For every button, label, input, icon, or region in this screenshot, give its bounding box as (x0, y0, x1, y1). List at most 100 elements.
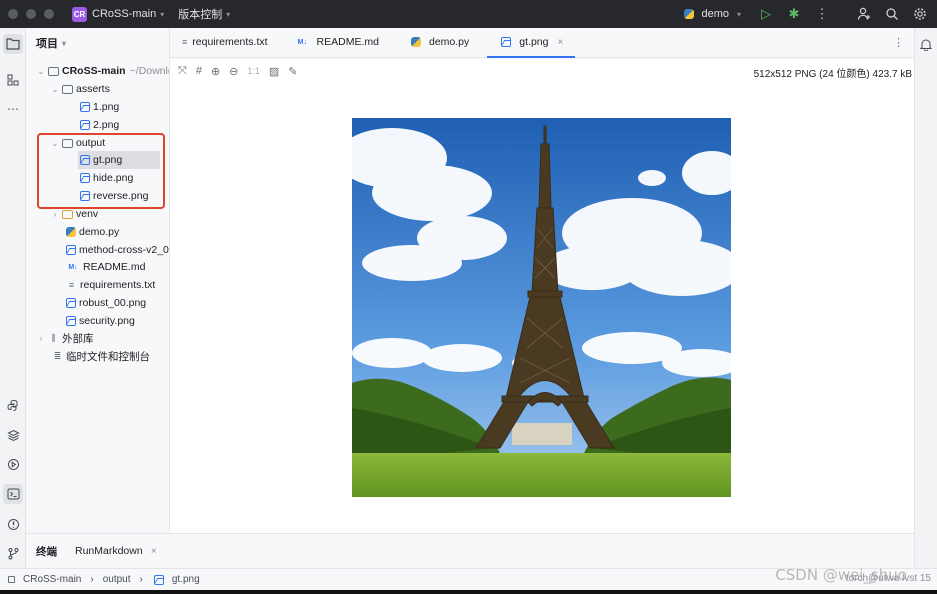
tree-file-robust[interactable]: robust_00.png (64, 294, 146, 312)
image-file-icon (66, 316, 76, 326)
fit-zoom-icon[interactable]: ⤧ (178, 65, 187, 78)
tree-root[interactable]: ⌄ CRoSS-main ~/Downlo (36, 62, 169, 80)
breadcrumb-root[interactable]: CRoSS-main (23, 574, 81, 585)
tab-requirements[interactable]: ≡ requirements.txt (170, 27, 280, 57)
python-file-icon (66, 227, 76, 237)
right-tool-strip (914, 28, 937, 568)
tree-file-requirements[interactable]: ≡ requirements.txt (64, 276, 155, 294)
chevron-down-icon[interactable]: ⌄ (36, 67, 46, 76)
tree-label: gt.png (93, 154, 123, 166)
chevron-down-icon[interactable]: ▾ (160, 10, 164, 19)
tab-demo-py[interactable]: demo.py (397, 27, 481, 57)
tree-label: 2.png (93, 119, 120, 131)
tree-folder-output[interactable]: ⌄ output (50, 134, 106, 152)
run-config-selector[interactable]: demo ▾ (682, 8, 741, 20)
debug-icon[interactable]: ✱ (783, 3, 805, 25)
zoom-out-icon[interactable]: ⊖ (229, 65, 238, 78)
chevron-right-icon[interactable]: › (50, 210, 60, 219)
tab-runmarkdown[interactable]: RunMarkdown × (75, 545, 157, 557)
more-tools-icon[interactable]: ⋯ (3, 99, 23, 119)
chevron-down-icon[interactable]: ⌄ (50, 139, 60, 148)
python-console-icon[interactable] (3, 395, 23, 415)
tree-file-demo-py[interactable]: demo.py (64, 223, 119, 241)
left-tool-strip: ⋯ (0, 28, 26, 568)
git-icon[interactable] (3, 543, 23, 563)
project-tool-icon[interactable] (3, 34, 23, 54)
folder-icon (48, 66, 59, 76)
tree-label: asserts (76, 83, 110, 95)
tree-folder-asserts[interactable]: ⌄ asserts (50, 80, 110, 98)
text-file-icon: ≡ (68, 280, 75, 290)
chevron-down-icon[interactable]: ▾ (226, 10, 230, 19)
image-toolbar: ⤧ # ⊕ ⊖ 1:1 ▨ ✎ 512x512 PNG (24 位颜色) 423… (170, 59, 914, 83)
markdown-file-icon: M↓ (68, 263, 78, 271)
close-icon[interactable]: × (151, 545, 157, 557)
problems-icon[interactable] (3, 514, 23, 534)
python-icon (410, 37, 421, 47)
tree-folder-venv[interactable]: › venv (50, 205, 99, 223)
folder-icon (62, 138, 73, 148)
window-controls[interactable] (8, 9, 54, 19)
settings-icon[interactable] (909, 3, 931, 25)
terminal-title[interactable]: 终端 (36, 544, 57, 559)
breadcrumb-file[interactable]: gt.png (172, 574, 200, 585)
actual-size-button[interactable]: 1:1 (247, 66, 260, 76)
chevron-down-icon[interactable]: ⌄ (50, 85, 60, 94)
markdown-icon: M↓ (297, 38, 307, 46)
layers-icon[interactable] (3, 425, 23, 445)
tree-file-security[interactable]: security.png (64, 312, 135, 330)
image-info: 512x512 PNG (24 位颜色) 423.7 kB (753, 69, 912, 80)
tab-label: demo.py (428, 36, 470, 48)
search-icon[interactable] (881, 3, 903, 25)
more-icon[interactable]: ⋮ (893, 36, 904, 49)
library-icon: ⫼ (51, 332, 56, 343)
project-badge[interactable]: CR (72, 6, 87, 22)
tree-file-reverse-png[interactable]: reverse.png (78, 187, 148, 205)
tree-label: method-cross-v2_0 (79, 244, 169, 256)
add-user-icon[interactable] (853, 3, 875, 25)
tab-gt-png[interactable]: gt.png × (487, 27, 576, 58)
vcs-menu[interactable]: 版本控制 (178, 6, 222, 22)
close-window-button[interactable] (8, 9, 18, 19)
more-icon[interactable]: ⋮ (811, 3, 833, 25)
color-picker-icon[interactable]: ✎ (288, 65, 297, 78)
tree-external-libraries[interactable]: › ⫼ 外部库 (36, 329, 94, 347)
grid-icon[interactable]: # (196, 65, 202, 77)
chevron-down-icon: ▾ (736, 9, 741, 19)
background-icon[interactable]: ▨ (269, 65, 279, 78)
tree-file-1-png[interactable]: 1.png (78, 98, 119, 116)
image-canvas (170, 83, 914, 533)
tab-label: RunMarkdown (75, 545, 143, 557)
chevron-right-icon[interactable]: › (36, 334, 46, 343)
project-name[interactable]: CRoSS-main (92, 8, 156, 20)
project-panel-header[interactable]: 项目 ▾ (26, 28, 169, 58)
tree-label: README.md (83, 261, 146, 273)
tree-label: venv (76, 208, 99, 220)
terminal-icon[interactable] (3, 484, 23, 504)
minimize-window-button[interactable] (26, 9, 36, 19)
run-config-label: demo (701, 8, 729, 20)
breadcrumb-folder[interactable]: output (103, 574, 131, 585)
tree-scratches[interactable]: ≣ 临时文件和控制台 (50, 347, 150, 365)
image-file-icon (66, 245, 76, 255)
tab-label: gt.png (519, 36, 549, 48)
structure-tool-icon[interactable] (3, 70, 23, 90)
zoom-in-icon[interactable]: ⊕ (211, 65, 220, 78)
run-icon[interactable]: ▷ (755, 3, 777, 25)
tree-label: robust_00.png (79, 297, 147, 309)
folder-icon (62, 209, 73, 219)
tab-readme[interactable]: M↓ README.md (286, 27, 391, 57)
close-icon[interactable]: × (557, 37, 563, 48)
tree-file-method-cross[interactable]: method-cross-v2_0 (64, 241, 169, 259)
notifications-icon[interactable] (916, 34, 936, 54)
chevron-right-icon: › (139, 574, 143, 585)
zoom-window-button[interactable] (44, 9, 54, 19)
chevron-down-icon[interactable]: ▾ (62, 39, 66, 48)
tree-file-hide-png[interactable]: hide.png (78, 169, 133, 187)
tree-label: security.png (79, 315, 135, 327)
tree-file-readme[interactable]: M↓ README.md (64, 258, 145, 276)
tree-label: hide.png (93, 172, 134, 184)
tree-file-gt-png[interactable]: gt.png (78, 151, 160, 169)
tree-file-2-png[interactable]: 2.png (78, 116, 119, 134)
services-icon[interactable] (3, 454, 23, 474)
